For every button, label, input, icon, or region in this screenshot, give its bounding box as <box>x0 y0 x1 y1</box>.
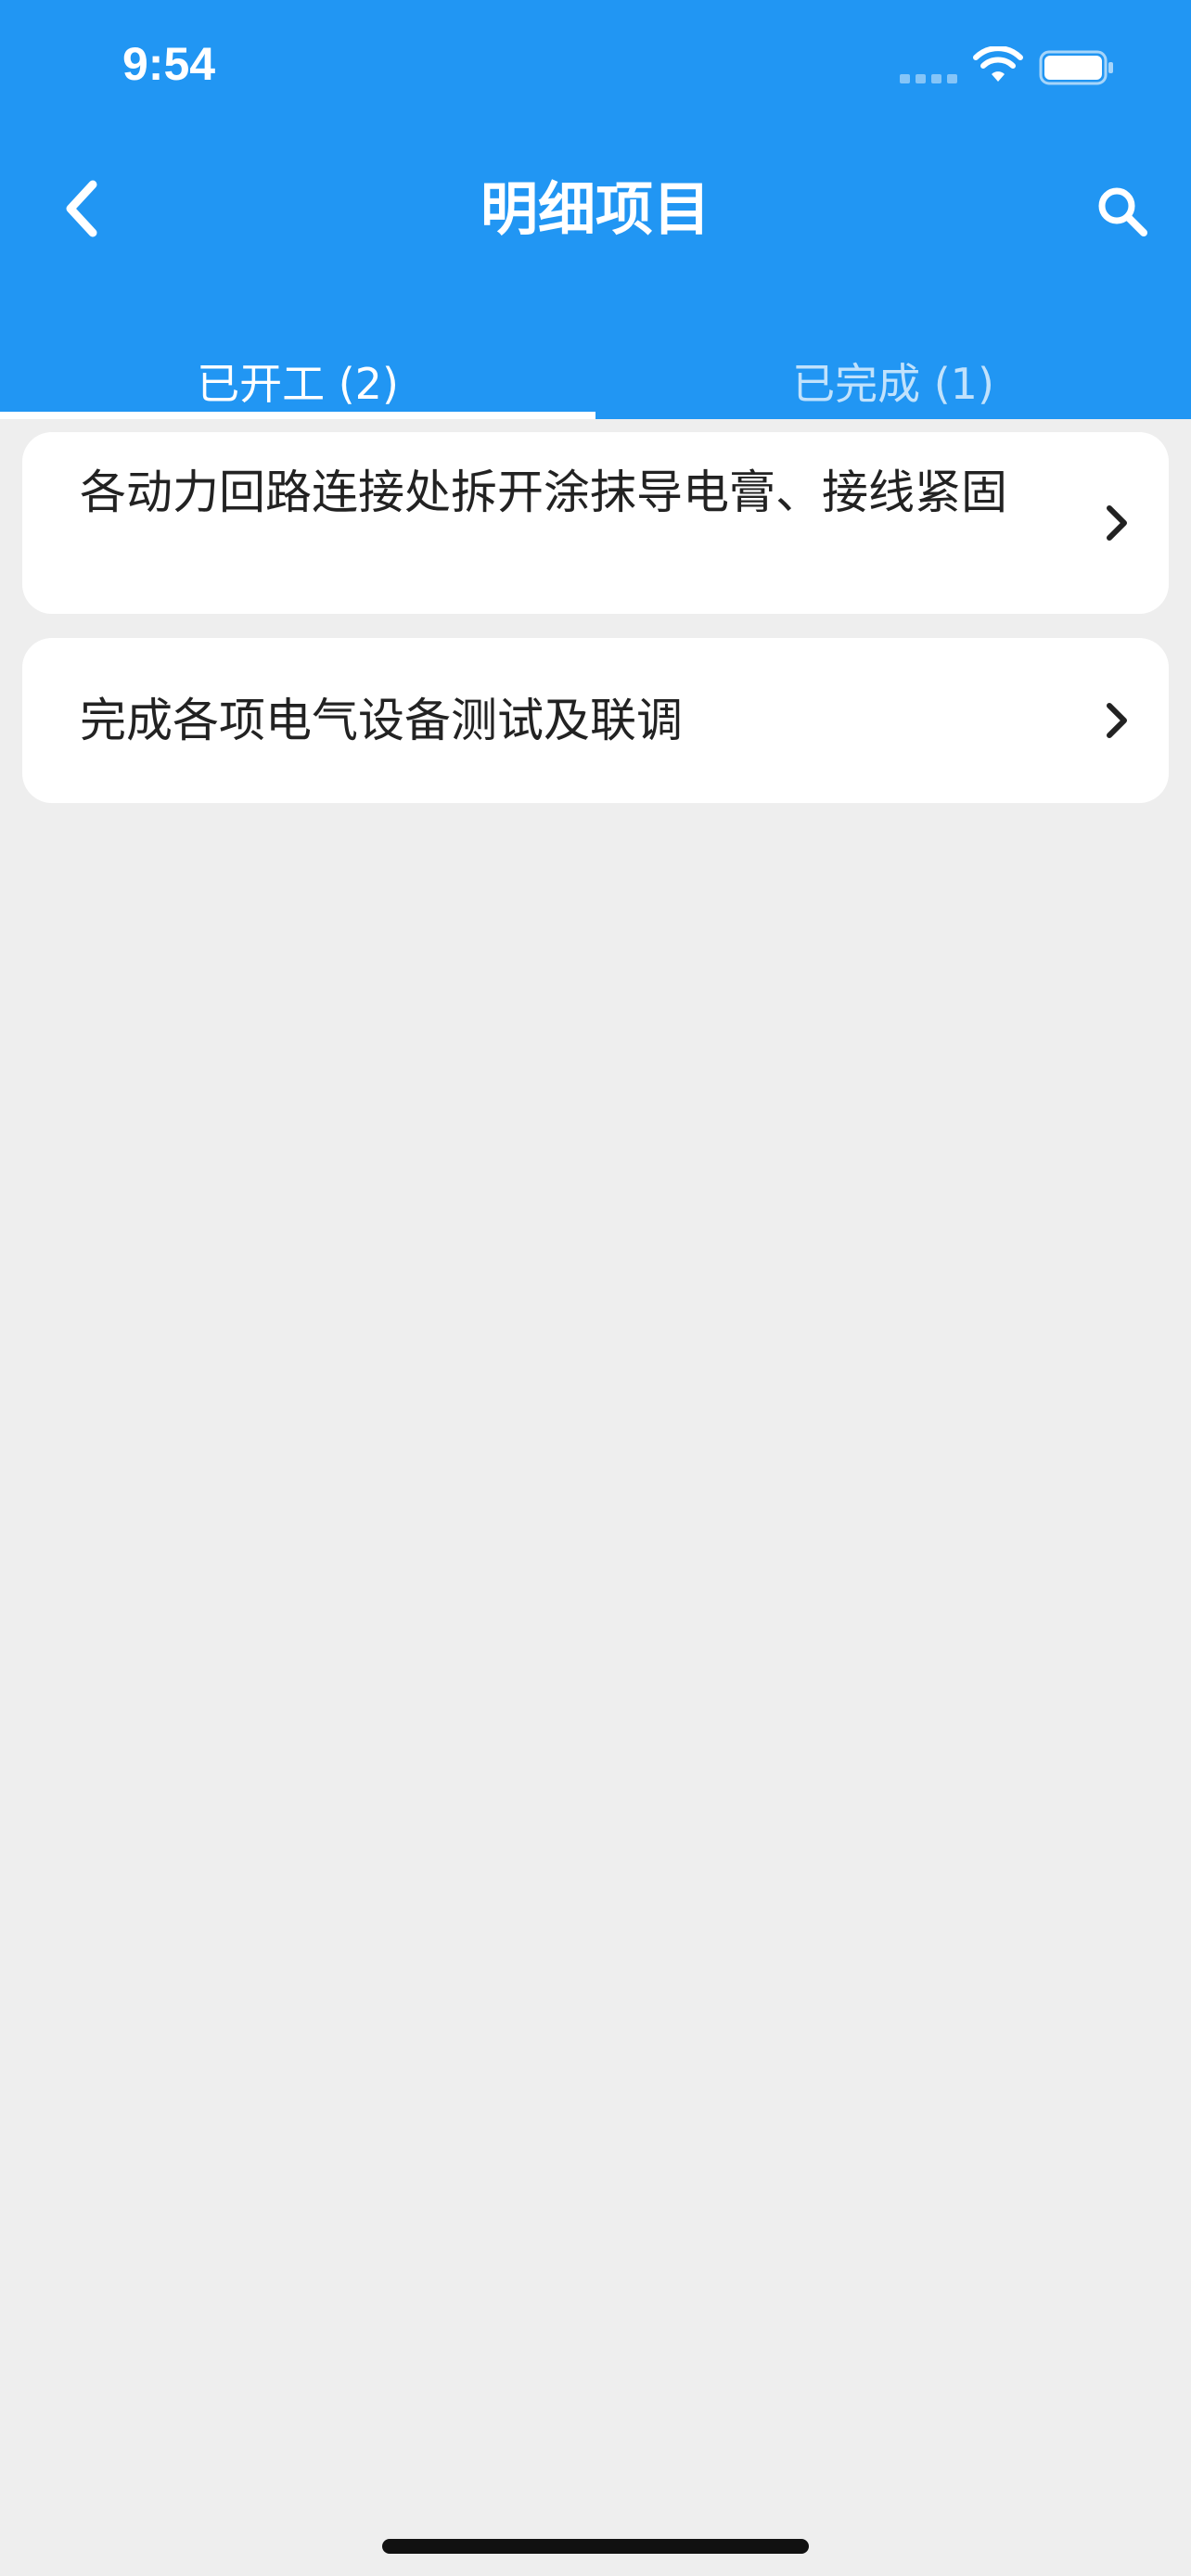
chevron-right-icon <box>1107 703 1127 738</box>
search-button[interactable] <box>1085 174 1159 249</box>
cellular-signal-icon <box>900 74 957 83</box>
list-item[interactable]: 各动力回路连接处拆开涂抹导电膏、接线紧固 <box>22 432 1169 614</box>
list-item-title: 完成各项电气设备测试及联调 <box>80 694 683 747</box>
home-indicator[interactable] <box>382 2539 809 2554</box>
chevron-right-icon <box>1107 505 1127 541</box>
page-title: 明细项目 <box>480 175 711 243</box>
tab-completed[interactable]: 已完成 (1) <box>596 349 1191 419</box>
search-icon <box>1098 187 1147 236</box>
list-item[interactable]: 完成各项电气设备测试及联调 <box>22 638 1169 803</box>
list-item-title: 各动力回路连接处拆开涂抹导电膏、接线紧固 <box>80 465 1007 519</box>
status-time: 9:54 <box>122 38 216 90</box>
app-header: 9:54 明细项目 已开工 (2) 已完成 (1) <box>0 0 1191 419</box>
wifi-icon <box>973 46 1023 82</box>
tab-started[interactable]: 已开工 (2) <box>0 349 596 419</box>
battery-icon <box>1039 50 1113 85</box>
active-tab-indicator <box>0 412 596 419</box>
